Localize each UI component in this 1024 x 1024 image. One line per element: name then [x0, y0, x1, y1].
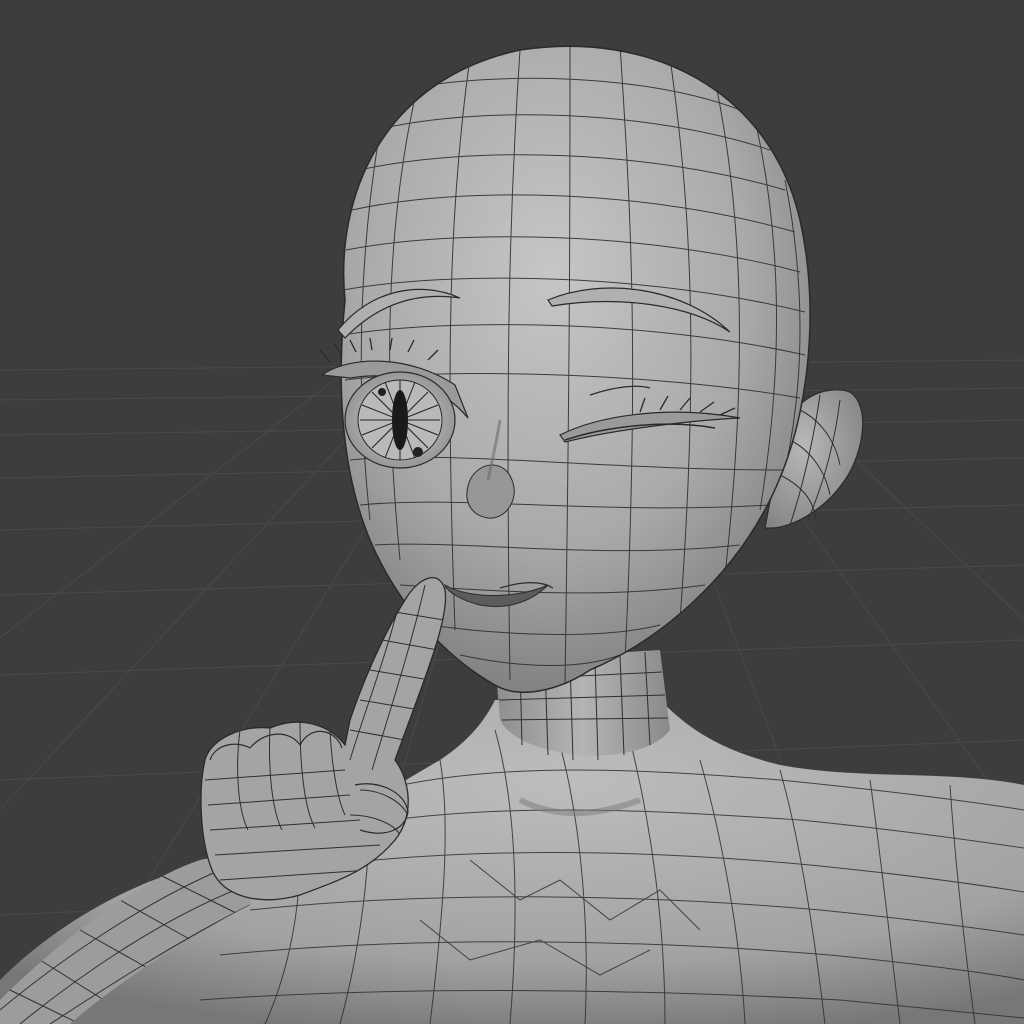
- 3d-viewport[interactable]: [0, 0, 1024, 1024]
- viewport-canvas[interactable]: [0, 0, 1024, 1024]
